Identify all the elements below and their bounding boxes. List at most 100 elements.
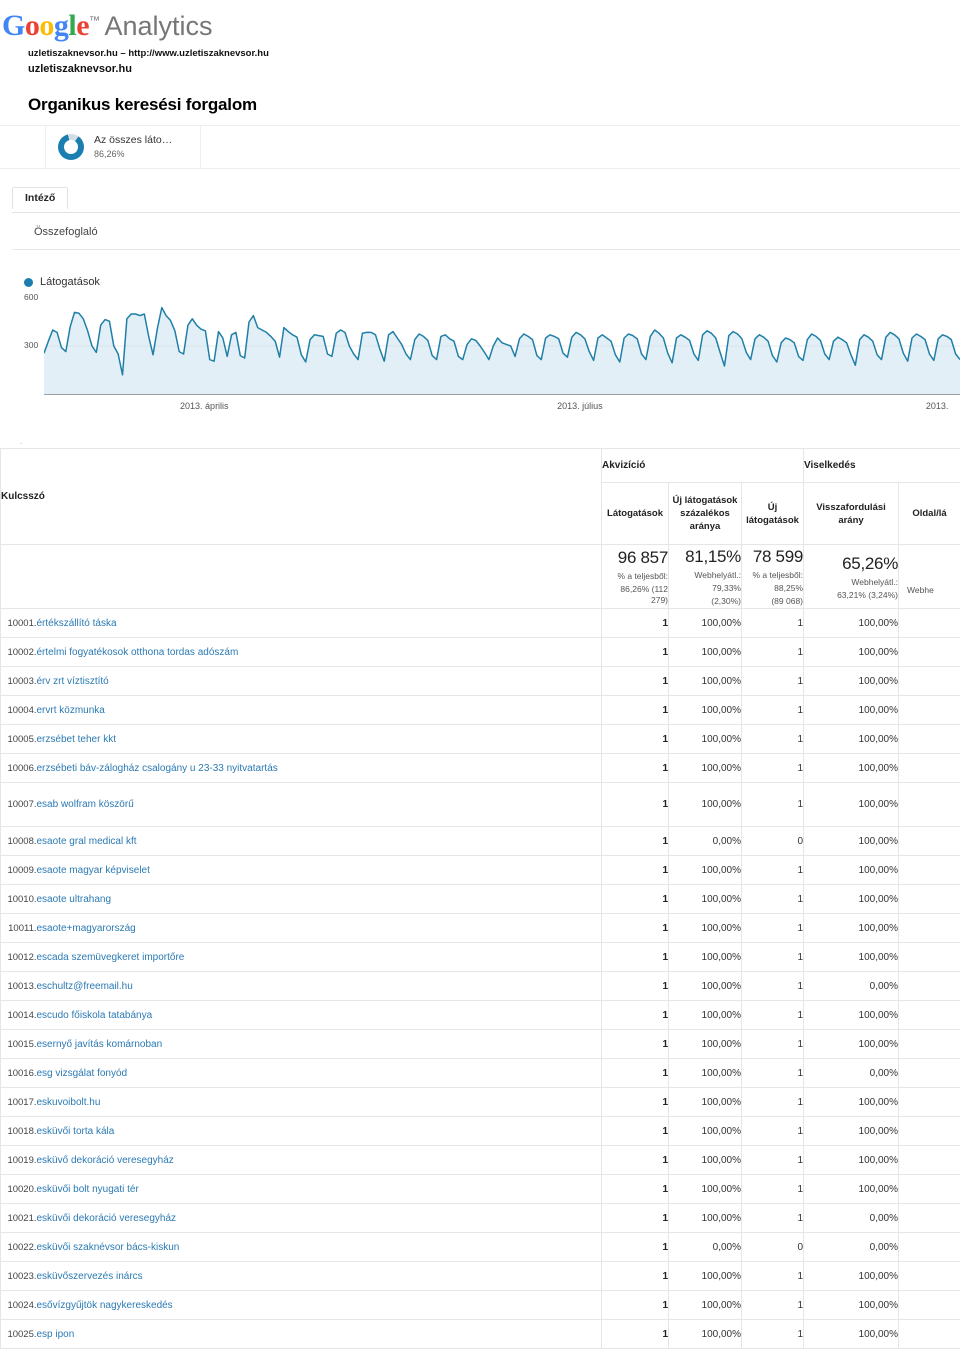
row-keyword: erzsébet teher kkt (36, 724, 602, 754)
visits-chart-block: Látogatások 600 300 2013. április 2013. … (0, 276, 960, 416)
row-pages-per-visit (898, 1145, 960, 1175)
row-keyword: esküvői bolt nyugati tér (36, 1174, 602, 1204)
row-pages-per-visit (898, 855, 960, 885)
row-pages-per-visit (898, 913, 960, 943)
row-visits: 1 (601, 666, 669, 696)
row-new-visit-pct: 100,00% (668, 695, 742, 725)
tab-explorer[interactable]: Intéző (12, 187, 69, 209)
column-header-new-visits[interactable]: Új látogatások (740, 482, 805, 545)
segment-card-all-visits[interactable]: Az összes láto… 86,26% (46, 126, 201, 168)
keyword-link[interactable]: értelmi fogyatékosok otthona tordas adós… (37, 647, 239, 658)
column-header-new-visit-pct[interactable]: Új látogatások százalékos aránya (668, 482, 742, 545)
keyword-link[interactable]: esg vizsgálat fonyód (37, 1068, 128, 1079)
keyword-link[interactable]: esp ipon (37, 1329, 75, 1340)
property-header: uzletiszaknevsor.hu – http://www.uzletis… (0, 40, 960, 83)
row-keyword: eschultz@freemail.hu (36, 971, 602, 1001)
row-rank: 10022. (0, 1232, 37, 1262)
subtab-summary[interactable]: Összefoglaló (34, 226, 98, 238)
row-new-visit-pct: 100,00% (668, 1203, 742, 1233)
row-new-visit-pct: 100,00% (668, 855, 742, 885)
row-rank: 10019. (0, 1145, 37, 1175)
logo-letter-g1: G (2, 9, 25, 42)
row-keyword: esp ipon (36, 1319, 602, 1349)
table-row: 10011. esaote+magyarország 1 100,00% 1 100,00… (0, 913, 960, 943)
keyword-link[interactable]: érv zrt víztisztító (37, 676, 109, 687)
row-keyword: esaote magyar képviselet (36, 855, 602, 885)
table-row: 10009. esaote magyar képviselet 1 100,00% 1 1… (0, 855, 960, 885)
keyword-link[interactable]: esküvőszervezés inárcs (37, 1271, 143, 1282)
row-new-visit-pct: 100,00% (668, 1261, 742, 1291)
row-rank: 10005. (0, 724, 37, 754)
row-bounce-rate: 100,00% (803, 1087, 900, 1117)
row-bounce-rate: 100,00% (803, 1000, 900, 1030)
row-rank: 10009. (0, 855, 37, 885)
row-bounce-rate: 100,00% (803, 1116, 900, 1146)
product-name: Analytics (104, 11, 213, 41)
row-new-visit-pct: 100,00% (668, 1087, 742, 1117)
keyword-link[interactable]: erzsébeti báv-zálogház csalogány u 23-33… (37, 763, 278, 774)
row-keyword: ervrt közmunka (36, 695, 602, 725)
keyword-link[interactable]: escudo főiskola tatabánya (37, 1010, 153, 1021)
row-new-visit-pct: 100,00% (668, 971, 742, 1001)
keyword-link[interactable]: esaote+magyarország (37, 923, 136, 934)
column-header-pages-per-visit[interactable]: Oldal/lá (898, 482, 960, 545)
keyword-link[interactable]: értékszállító táska (37, 618, 117, 629)
row-new-visits: 1 (740, 1116, 805, 1146)
keyword-link[interactable]: esküvői szaknévsor bács-kiskun (37, 1242, 180, 1253)
row-new-visit-pct: 100,00% (668, 942, 742, 972)
segment-card-text: Az összes láto… 86,26% (94, 134, 172, 160)
summary-visits-sub1: % a teljesből: (617, 571, 668, 581)
keyword-link[interactable]: esernyő javítás komárnoban (37, 1039, 163, 1050)
summary-new-visit-pct: 81,15% Webhelyátl.: 79,33% (2,30%) (668, 544, 742, 609)
row-keyword: esaote gral medical kft (36, 826, 602, 856)
row-new-visits: 1 (740, 1174, 805, 1204)
row-pages-per-visit (898, 1174, 960, 1204)
table-row: 10002. értelmi fogyatékosok otthona torda… (0, 637, 960, 667)
row-new-visit-pct: 100,00% (668, 1174, 742, 1204)
row-visits: 1 (601, 1058, 669, 1088)
summary-visits-value: 96 857 (617, 548, 669, 567)
row-keyword: esküvőszervezés inárcs (36, 1261, 602, 1291)
y-axis-tick-300: 300 (24, 340, 39, 350)
table-marker: . (20, 437, 23, 446)
row-keyword: eskuvoibolt.hu (36, 1087, 602, 1117)
row-new-visits: 1 (740, 913, 805, 943)
row-new-visits: 1 (740, 1319, 805, 1349)
row-pages-per-visit (898, 1261, 960, 1291)
summary-visits-sub2: 86,26% (112 279) (620, 584, 668, 605)
keyword-link[interactable]: esővízgyűjtök nagykereskedés (37, 1300, 173, 1311)
keyword-link[interactable]: esküvői bolt nyugati tér (37, 1184, 139, 1195)
keyword-link[interactable]: ervrt közmunka (37, 705, 105, 716)
row-visits: 1 (601, 1290, 669, 1320)
row-pages-per-visit (898, 826, 960, 856)
row-rank: 10015. (0, 1029, 37, 1059)
row-bounce-rate: 100,00% (803, 1261, 900, 1291)
row-keyword: erzsébeti báv-zálogház csalogány u 23-33… (36, 753, 602, 783)
keyword-link[interactable]: eskuvoibolt.hu (37, 1097, 101, 1108)
keyword-link[interactable]: esküvői torta kála (37, 1126, 115, 1137)
table-row: 10004. ervrt közmunka 1 100,00% 1 100,00% (0, 695, 960, 725)
row-rank: 10023. (0, 1261, 37, 1291)
keyword-link[interactable]: esküvő dekoráció veresegyház (37, 1155, 174, 1166)
column-header-bounce-rate[interactable]: Visszafordulási arány (803, 482, 900, 545)
keywords-table-section: . Kulcsszó Akvizíció Viselkedés Látogatá… (0, 438, 960, 1349)
column-header-visits[interactable]: Látogatások (601, 482, 669, 545)
property-name: uzletiszaknevsor.hu (28, 63, 132, 75)
row-keyword: értelmi fogyatékosok otthona tordas adós… (36, 637, 602, 667)
row-visits: 1 (601, 884, 669, 914)
keyword-link[interactable]: eschultz@freemail.hu (37, 981, 133, 992)
logo-letter-o2: o (39, 9, 54, 42)
keyword-link[interactable]: esab wolfram köszörű (37, 799, 134, 810)
column-header-keyword[interactable]: Kulcsszó (0, 448, 602, 545)
keyword-link[interactable]: esaote gral medical kft (37, 836, 137, 847)
keyword-link[interactable]: esaote ultrahang (37, 894, 112, 905)
keyword-link[interactable]: escada szemüvegkeret importőre (37, 952, 185, 963)
row-visits: 1 (601, 1203, 669, 1233)
table-row: 10005. erzsébet teher kkt 1 100,00% 1 100,00% (0, 724, 960, 754)
table-row: 10019. esküvő dekoráció veresegyház 1 100,0… (0, 1145, 960, 1175)
keyword-link[interactable]: esküvői dekoráció veresegyház (37, 1213, 177, 1224)
table-row: 10008. esaote gral medical kft 1 0,00% 0 100,… (0, 826, 960, 856)
keyword-link[interactable]: erzsébet teher kkt (37, 734, 116, 745)
keyword-link[interactable]: esaote magyar képviselet (37, 865, 150, 876)
summary-bounce-rate-sub2: 63,21% (3,24%) (837, 589, 899, 600)
